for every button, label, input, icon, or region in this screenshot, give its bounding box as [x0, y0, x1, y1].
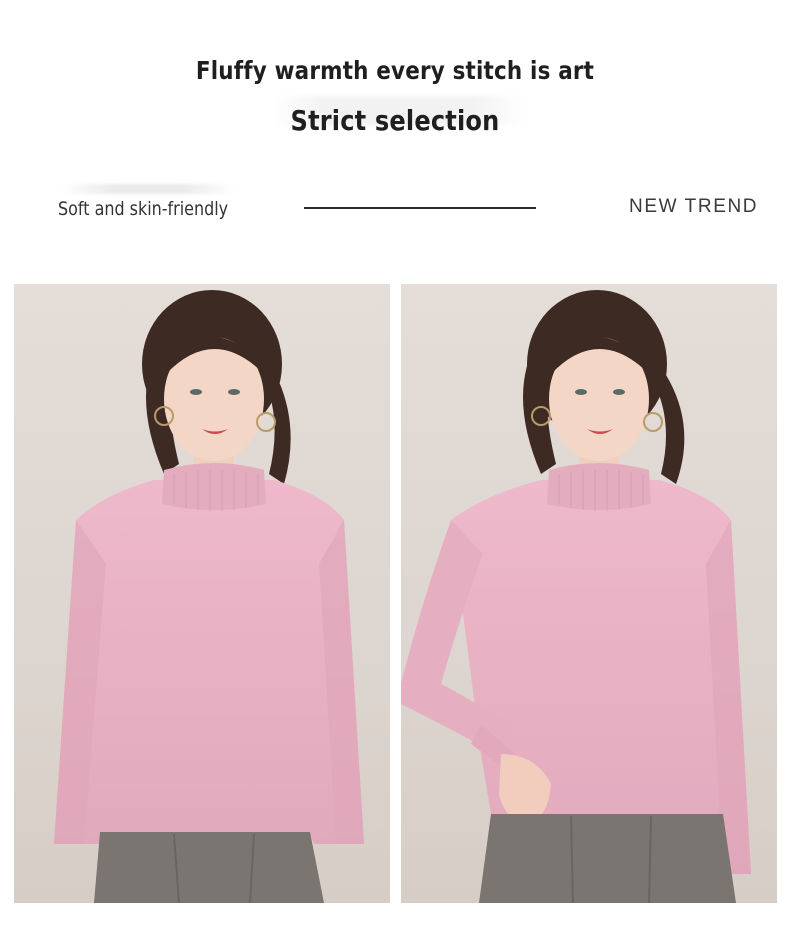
headline-primary: Fluffy warmth every stitch is art [195, 56, 595, 85]
headline-secondary: Strict selection [290, 104, 500, 137]
product-photo-front [14, 284, 390, 903]
feature-label-soft: Soft and skin-friendly [58, 198, 229, 220]
product-photo-pose [401, 284, 777, 903]
divider-line [304, 207, 536, 209]
model-illustration [401, 290, 751, 903]
feature-label-trend: NEW TREND [629, 196, 759, 217]
model-illustration [54, 290, 364, 903]
faded-caption-text [62, 184, 234, 194]
